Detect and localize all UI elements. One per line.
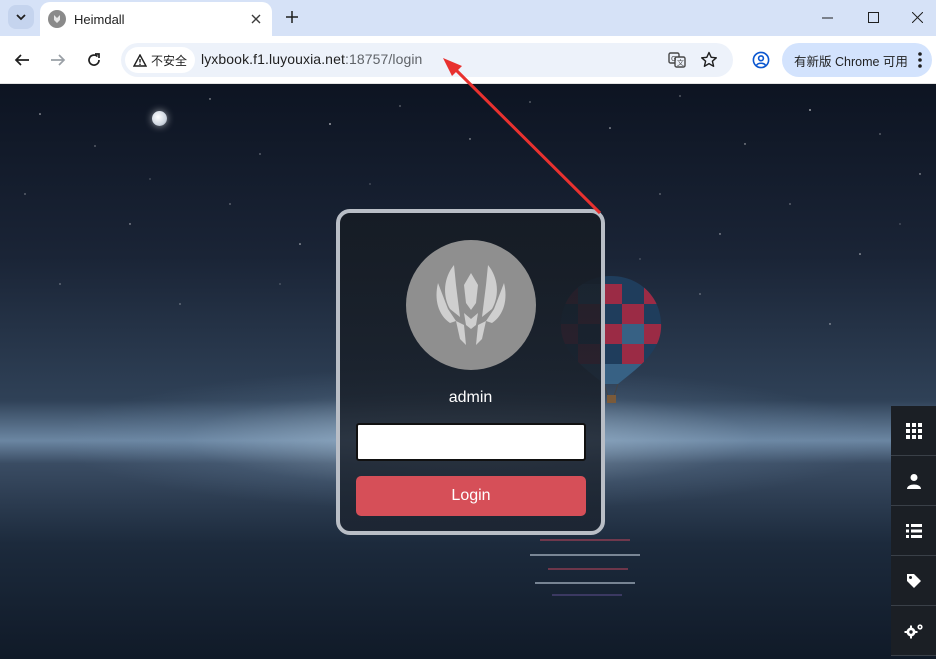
tab-search-button[interactable] xyxy=(8,5,34,29)
maximize-icon xyxy=(867,11,879,23)
page-background: admin Login xyxy=(0,84,936,659)
tab-strip: Heimdall xyxy=(0,0,936,36)
login-button[interactable]: Login xyxy=(356,476,586,516)
side-menu-users-button[interactable] xyxy=(891,456,936,506)
address-bar[interactable]: 不安全 lyxbook.f1.luyouxia.net:18757/login … xyxy=(121,43,733,77)
heimdall-favicon-icon xyxy=(48,10,66,28)
tab-close-button[interactable] xyxy=(246,9,266,29)
close-icon xyxy=(911,11,923,23)
security-indicator[interactable]: 不安全 xyxy=(125,47,196,73)
window-close-button[interactable] xyxy=(894,0,936,34)
reload-icon xyxy=(88,53,100,66)
minimize-icon xyxy=(821,17,833,18)
minimize-button[interactable] xyxy=(804,0,850,34)
password-input[interactable] xyxy=(356,423,586,461)
update-label: 有新版 Chrome 可用 xyxy=(794,54,908,69)
side-menu-items-button[interactable] xyxy=(891,506,936,556)
moon xyxy=(152,111,167,126)
maximize-button[interactable] xyxy=(850,0,896,34)
close-icon xyxy=(251,14,261,24)
side-menu-apps-button[interactable] xyxy=(891,406,936,456)
tag-icon xyxy=(906,573,921,588)
login-card: admin Login xyxy=(336,209,605,535)
new-tab-button[interactable] xyxy=(282,7,302,27)
apps-grid-icon xyxy=(905,422,922,439)
avatar xyxy=(406,240,536,370)
heimdall-logo-icon xyxy=(436,265,506,345)
side-menu xyxy=(891,406,936,656)
username-label: admin xyxy=(448,389,493,406)
plus-icon xyxy=(286,11,298,23)
side-menu-tags-button[interactable] xyxy=(891,556,936,606)
back-button[interactable] xyxy=(10,48,34,72)
chevron-down-icon xyxy=(16,14,26,21)
profile-button[interactable] xyxy=(749,48,773,72)
settings-cogs-icon xyxy=(904,623,923,638)
browser-tab[interactable]: Heimdall xyxy=(40,2,272,36)
warning-triangle-icon xyxy=(133,53,147,67)
list-icon xyxy=(905,523,922,538)
arrow-left-icon xyxy=(14,54,29,66)
translate-button[interactable]: G文 xyxy=(667,50,687,70)
chrome-update-button[interactable]: 有新版 Chrome 可用 xyxy=(782,43,932,77)
security-label: 不安全 xyxy=(151,53,188,68)
url-text[interactable]: lyxbook.f1.luyouxia.net:18757/login xyxy=(201,51,422,67)
reload-button[interactable] xyxy=(82,48,106,72)
url-host: lyxbook.f1.luyouxia.net xyxy=(201,51,345,67)
browser-toolbar: 不安全 lyxbook.f1.luyouxia.net:18757/login … xyxy=(0,36,936,84)
bookmark-button[interactable] xyxy=(699,50,719,70)
svg-text:G: G xyxy=(671,55,676,63)
profile-icon xyxy=(752,51,770,69)
url-path: :18757/login xyxy=(344,51,423,67)
star-icon xyxy=(701,51,717,67)
side-menu-settings-button[interactable] xyxy=(891,606,936,656)
svg-text:文: 文 xyxy=(677,58,684,67)
user-icon xyxy=(906,473,921,489)
more-vert-icon xyxy=(918,52,922,68)
arrow-right-icon xyxy=(51,54,66,66)
translate-icon: G文 xyxy=(668,52,686,68)
tab-title: Heimdall xyxy=(74,11,125,27)
forward-button[interactable] xyxy=(46,48,70,72)
